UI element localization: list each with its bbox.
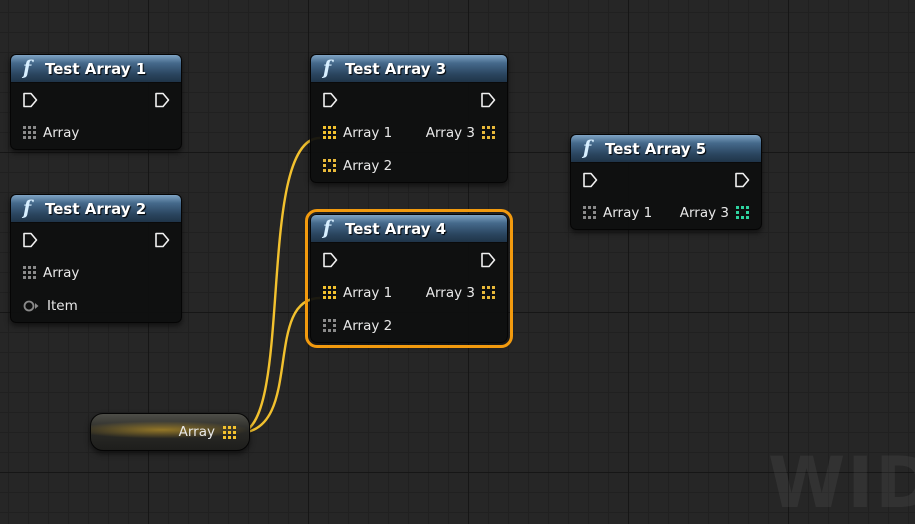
pin-row: Array 1 Array 3: [571, 196, 761, 229]
output-pin-array-3[interactable]: Array 3: [680, 205, 749, 221]
wire-array-to-test-array-4[interactable]: [237, 296, 321, 435]
pin-label: Array: [43, 264, 80, 281]
array-pin-icon: [482, 126, 495, 139]
node-header[interactable]: f Test Array 2: [11, 195, 181, 223]
blueprint-graph[interactable]: WIDG f Test Array 1 Array f Test Array 2: [0, 0, 915, 518]
exec-out-pin-icon[interactable]: [480, 92, 496, 108]
output-pin-array-3[interactable]: Array 3: [426, 125, 495, 141]
pin-label: Array 3: [425, 284, 475, 301]
function-icon: f: [323, 217, 332, 239]
pin-label: Array 1: [343, 284, 393, 301]
pin-row: Array 1 Array 3: [311, 116, 507, 149]
pin-row: Array: [11, 116, 181, 149]
node-test-array-4[interactable]: f Test Array 4 Array 1 Array 3 Array 2: [305, 209, 513, 348]
exec-in-pin-icon[interactable]: [22, 92, 38, 108]
pin-label: Item: [47, 297, 78, 314]
function-icon: f: [23, 57, 32, 79]
widget-watermark: WIDG: [768, 442, 915, 524]
array-pin-icon: [23, 266, 36, 279]
array-pin-icon: [583, 206, 596, 219]
input-pin-array[interactable]: Array: [23, 265, 79, 281]
exec-out-pin-icon[interactable]: [154, 232, 170, 248]
pin-label: Array 2: [343, 317, 393, 334]
node-title: Test Array 4: [345, 219, 447, 238]
pin-label: Array 3: [425, 124, 475, 141]
input-pin-array-1[interactable]: Array 1: [323, 285, 392, 301]
function-icon: f: [583, 137, 592, 159]
variable-get-node-array[interactable]: Array: [90, 413, 250, 451]
exec-row: [11, 83, 181, 116]
array-pin-icon: [736, 206, 749, 219]
array-pin-icon: [323, 159, 336, 172]
node-header[interactable]: f Test Array 3: [311, 55, 507, 83]
exec-row: [311, 243, 507, 276]
exec-in-pin-icon[interactable]: [582, 172, 598, 188]
array-pin-icon: [23, 126, 36, 139]
exec-row: [311, 83, 507, 116]
pin-label: Array 1: [603, 204, 653, 221]
input-pin-array-2[interactable]: Array 2: [323, 158, 392, 174]
exec-out-pin-icon[interactable]: [154, 92, 170, 108]
wildcard-pin-icon: [23, 300, 39, 311]
pin-row: Array 1 Array 3: [311, 276, 507, 309]
node-title: Test Array 1: [45, 59, 147, 78]
array-pin-icon: [323, 286, 336, 299]
node-test-array-2[interactable]: f Test Array 2 Array Item: [10, 194, 182, 323]
node-title: Test Array 2: [45, 199, 147, 218]
pin-row: Array: [11, 256, 181, 289]
pin-label: Array 2: [343, 157, 393, 174]
wire-array-to-test-array-3[interactable]: [237, 136, 321, 435]
function-icon: f: [323, 57, 332, 79]
exec-in-pin-icon[interactable]: [322, 92, 338, 108]
function-icon: f: [23, 197, 32, 219]
array-pin-icon: [323, 319, 336, 332]
array-pin-icon[interactable]: [223, 425, 236, 439]
exec-row: [571, 163, 761, 196]
input-pin-array-2[interactable]: Array 2: [323, 318, 392, 334]
node-test-array-5[interactable]: f Test Array 5 Array 1 Array 3: [570, 134, 762, 230]
output-pin-array-3[interactable]: Array 3: [426, 285, 495, 301]
array-pin-icon: [482, 286, 495, 299]
variable-label: Array: [178, 424, 215, 440]
node-header[interactable]: f Test Array 1: [11, 55, 181, 83]
input-pin-array[interactable]: Array: [23, 125, 79, 141]
input-pin-array-1[interactable]: Array 1: [323, 125, 392, 141]
exec-out-pin-icon[interactable]: [480, 252, 496, 268]
node-header[interactable]: f Test Array 5: [571, 135, 761, 163]
node-header[interactable]: f Test Array 4: [311, 215, 507, 243]
exec-in-pin-icon[interactable]: [322, 252, 338, 268]
node-title: Test Array 5: [605, 139, 707, 158]
node-test-array-1[interactable]: f Test Array 1 Array: [10, 54, 182, 150]
pin-label: Array 1: [343, 124, 393, 141]
exec-out-pin-icon[interactable]: [734, 172, 750, 188]
pin-row: Array 2: [311, 149, 507, 182]
pin-row: Array 2: [311, 309, 507, 342]
input-pin-item[interactable]: Item: [23, 298, 78, 314]
exec-in-pin-icon[interactable]: [22, 232, 38, 248]
node-title: Test Array 3: [345, 59, 447, 78]
pin-label: Array 3: [679, 204, 729, 221]
array-pin-icon: [323, 126, 336, 139]
pin-label: Array: [43, 124, 80, 141]
node-test-array-3[interactable]: f Test Array 3 Array 1 Array 3 Array 2: [310, 54, 508, 183]
exec-row: [11, 223, 181, 256]
pin-row: Item: [11, 289, 181, 322]
input-pin-array-1[interactable]: Array 1: [583, 205, 652, 221]
